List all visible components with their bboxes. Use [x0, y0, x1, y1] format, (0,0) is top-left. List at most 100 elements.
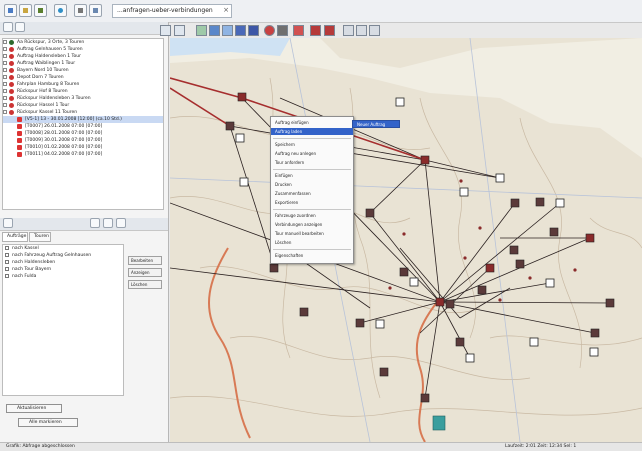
expand-icon[interactable]	[3, 61, 7, 65]
tree-subitem[interactable]: [T0007] 26.01.2008 07:00 [07:00]	[3, 123, 163, 130]
tree-item-label: Rückspur Hassel 1 Tour	[17, 103, 70, 108]
select-all-button[interactable]: Alle markieren	[18, 418, 78, 427]
context-menu-item[interactable]: Auftrag neu anlegen	[275, 150, 351, 157]
close-icon[interactable]: ×	[223, 6, 229, 14]
refresh-icon[interactable]	[103, 218, 113, 228]
edit-button[interactable]: Bearbeiten	[128, 256, 162, 265]
context-menu-item[interactable]: Exportieren	[275, 199, 351, 206]
context-menu-item[interactable]: Verbindungen anzeigen	[275, 221, 351, 228]
zoom-out-icon[interactable]	[356, 25, 367, 36]
context-menu-item[interactable]: Tour manuell bearbeiten	[275, 230, 351, 237]
expand-icon[interactable]	[3, 110, 7, 114]
query-list-item[interactable]: nach Kassel	[3, 245, 123, 252]
query-list-item[interactable]: nach Fulda	[3, 273, 123, 280]
layers-icon[interactable]	[174, 25, 185, 36]
expand-icon[interactable]	[3, 47, 7, 51]
tree-item[interactable]: Fahrplan Hamburg 8 Touren	[3, 81, 163, 88]
tree-item-label: Aa Rückspur, 3 Orte, 3 Touren	[17, 40, 85, 45]
expand-icon[interactable]	[3, 68, 7, 72]
new-icon[interactable]	[4, 4, 17, 17]
settings-icon[interactable]	[116, 218, 126, 228]
refresh-button[interactable]: Aktualisieren	[6, 404, 62, 413]
query-list-item[interactable]: nach Haldensleben	[3, 259, 123, 266]
context-menu-item[interactable]: Auftrag einfügen	[275, 119, 351, 126]
lower-tabs: Aufträge Touren	[2, 232, 162, 242]
info-icon[interactable]	[235, 25, 246, 36]
tree-subitem[interactable]: [T0010] 01.02.2008 07:00 [07:00]	[3, 144, 163, 151]
connection-lines	[170, 97, 611, 399]
checkbox[interactable]	[5, 260, 9, 264]
expand-icon[interactable]	[3, 103, 7, 107]
show-button[interactable]: Anzeigen	[128, 268, 162, 277]
query-list-item[interactable]: nach Tour Bayern	[3, 266, 123, 273]
save-icon[interactable]	[34, 4, 47, 17]
truck-icon[interactable]	[209, 25, 220, 36]
grid-icon[interactable]	[90, 218, 100, 228]
lock-icon[interactable]	[277, 25, 288, 36]
expand-icon[interactable]	[3, 89, 7, 93]
expand-icon[interactable]	[3, 82, 7, 86]
stop-icon[interactable]	[248, 25, 259, 36]
context-submenu-item[interactable]: Neuer Auftrag	[352, 120, 400, 128]
tree-subitem[interactable]: [T0009] 30.01.2008 07:00 [07:00]	[3, 137, 163, 144]
zoom-in-icon[interactable]	[343, 25, 354, 36]
tab-auftraege[interactable]: Aufträge	[2, 232, 28, 242]
context-menu-item[interactable]: Einfügen	[275, 172, 351, 179]
tree-item[interactable]: Auftrag Haldensleben 1 Tour	[3, 53, 163, 60]
print-icon[interactable]	[74, 4, 87, 17]
filter-icon[interactable]	[15, 22, 25, 32]
expand-icon[interactable]	[3, 54, 7, 58]
route-icon[interactable]	[196, 25, 207, 36]
tree-subitem-label: [V5-1] 13 - 30.01.2008 [12:00] (ca.10 St…	[25, 117, 122, 122]
tour-icon	[17, 138, 22, 143]
context-menu-item[interactable]: Drucken	[275, 181, 351, 188]
collapse-icon[interactable]	[3, 22, 13, 32]
expand-icon[interactable]	[3, 75, 7, 79]
zoom-fit-icon[interactable]	[369, 25, 380, 36]
map-view[interactable]	[170, 38, 642, 442]
tree-item[interactable]: Bayern Nord 10 Touren	[3, 67, 163, 74]
window-icon[interactable]	[89, 4, 102, 17]
tree-subitem[interactable]: [V5-1] 13 - 30.01.2008 [12:00] (ca.10 St…	[3, 116, 163, 123]
context-menu-item[interactable]: Zusammenfassen	[275, 190, 351, 197]
tour-icon	[17, 131, 22, 136]
globe-icon[interactable]	[54, 4, 67, 17]
tree-item[interactable]: Auftrag Waiblingen 1 Tour	[3, 60, 163, 67]
tree-item[interactable]: Rückspur Hof 8 Touren	[3, 88, 163, 95]
open-icon[interactable]	[19, 4, 32, 17]
context-menu-item[interactable]: Auftrag laden	[271, 128, 353, 135]
delete-button[interactable]: Löschen	[128, 280, 162, 289]
tree-subitem[interactable]: [T0011] 04.02.2008 07:00 [07:00]	[3, 151, 163, 158]
flag-icon[interactable]	[310, 25, 321, 36]
context-menu-item[interactable]: Speichern	[275, 141, 351, 148]
context-menu-item[interactable]: Fahrzeuge zuordnen	[275, 212, 351, 219]
context-menu-item[interactable]: Eigenschaften	[275, 252, 351, 259]
tree-item[interactable]: Rückspur Haldensleben 3 Touren	[3, 95, 163, 102]
depot-icon[interactable]	[222, 25, 233, 36]
checkbox[interactable]	[5, 267, 9, 271]
tab-touren[interactable]: Touren	[29, 232, 51, 242]
tree-item[interactable]: Rückspur Hassel 1 Tour	[3, 102, 163, 109]
checkbox[interactable]	[5, 274, 9, 278]
checkbox[interactable]	[5, 253, 9, 257]
expand-icon[interactable]	[3, 40, 7, 44]
query-list-label: nach Haldensleben	[12, 260, 56, 265]
tour-icon	[17, 152, 22, 157]
tree-subitem[interactable]: [T0008] 28.01.2008 07:00 [07:00]	[3, 130, 163, 137]
context-menu-item[interactable]: Löschen	[275, 239, 351, 246]
tree-item[interactable]: Auftrag Gelnhausen 5 Touren	[3, 46, 163, 53]
context-menu-item[interactable]: Tour anfordern	[275, 159, 351, 166]
collapse-icon[interactable]	[3, 218, 13, 228]
alert-icon[interactable]	[293, 25, 304, 36]
flag-end-icon[interactable]	[324, 25, 335, 36]
lower-panel: Aufträge Touren nach Kassel nach Fahrzeug…	[2, 232, 162, 427]
select-icon[interactable]	[160, 25, 171, 36]
expand-icon[interactable]	[3, 96, 7, 100]
document-tab[interactable]: ...anfragen-ueber-verbindungen ×	[112, 4, 232, 18]
marker-icon[interactable]	[264, 25, 275, 36]
tree-item[interactable]: Depot Dorn 7 Touren	[3, 74, 163, 81]
tree-item[interactable]: Aa Rückspur, 3 Orte, 3 Touren	[3, 39, 163, 46]
checkbox[interactable]	[5, 246, 9, 250]
query-list-item[interactable]: nach Fahrzeug Auftrag Gelnhausen	[3, 252, 123, 259]
tree-item[interactable]: Rückspur Kassel 11 Touren	[3, 109, 163, 116]
